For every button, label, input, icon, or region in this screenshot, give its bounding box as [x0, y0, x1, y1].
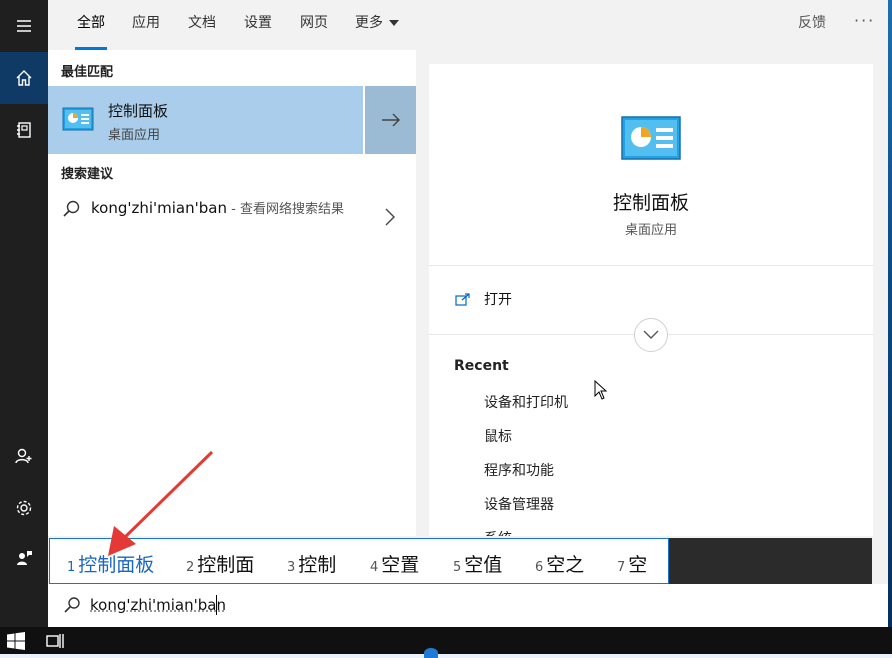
candidate-text: 空: [628, 554, 648, 576]
candidate-text: 控制: [298, 554, 337, 576]
best-match-title: 控制面板: [108, 102, 169, 120]
candidate-text: 控制面板: [78, 554, 155, 576]
candidate-text: 控制面: [197, 554, 255, 576]
ime-bar-background: [669, 538, 872, 584]
ime-candidate-bar: 1 控制面板 2 控制面 3 控制 4 空置 5 空值 6 空之 7空: [49, 538, 669, 584]
search-icon: [63, 200, 80, 217]
candidate-number: 4: [370, 560, 379, 575]
notebook-button[interactable]: [0, 104, 48, 156]
suggestions-heading: 搜索建议: [61, 167, 114, 182]
tab-more-label: 更多: [355, 15, 383, 31]
tab-apps[interactable]: 应用: [130, 0, 162, 50]
show-details-button[interactable]: [365, 86, 416, 154]
candidate-text: 空之: [546, 554, 585, 576]
suggestion-separator: -: [226, 202, 240, 217]
results-list: 最佳匹配 控制面板 桌面应用 搜索建议 kong'zhi'mian'ban - …: [48, 50, 416, 536]
candidate-number: 3: [287, 560, 296, 575]
chevron-right-icon: [385, 208, 395, 226]
control-panel-icon: [62, 107, 94, 131]
feedback-person-icon: [17, 551, 32, 565]
recent-item[interactable]: 设备和打印机: [484, 392, 568, 412]
feedback-hub-button[interactable]: [0, 532, 48, 584]
search-input[interactable]: kong'zhi'mian'ban: [90, 596, 226, 614]
ime-candidate[interactable]: 2 控制面: [186, 550, 254, 577]
tab-more[interactable]: 更多: [353, 0, 401, 50]
filter-tabs: 全部 应用 文档 设置 网页 更多 反馈 ···: [48, 0, 888, 50]
task-view-icon[interactable]: [46, 633, 64, 649]
candidate-number: 7: [617, 560, 626, 575]
search-panel: 全部 应用 文档 设置 网页 更多 反馈 ··· 最佳匹配 控制面板 桌面应用 …: [48, 0, 888, 627]
preview-title: 控制面板: [612, 192, 689, 214]
user-add-icon: [15, 448, 32, 464]
recent-item[interactable]: 设备管理器: [484, 494, 554, 514]
gear-icon: [16, 500, 32, 516]
open-label: 打开: [484, 292, 512, 308]
chevron-down-icon: [643, 330, 659, 339]
suggestion-query: kong'zhi'mian'ban: [91, 199, 227, 217]
ime-candidate[interactable]: 6 空之: [535, 550, 584, 577]
best-match-heading: 最佳匹配: [61, 65, 114, 80]
recent-item[interactable]: 系统: [484, 528, 512, 536]
windows-start-icon[interactable]: [7, 632, 25, 650]
candidate-text: 空置: [381, 554, 420, 576]
open-external-icon: [455, 293, 470, 306]
ime-candidate[interactable]: 5 空值: [453, 550, 502, 577]
more-options-button[interactable]: ···: [854, 0, 875, 42]
search-box[interactable]: kong'zhi'mian'ban: [48, 584, 888, 627]
recent-item[interactable]: 程序和功能: [484, 460, 554, 480]
tab-all[interactable]: 全部: [75, 0, 107, 50]
settings-button[interactable]: [0, 482, 48, 534]
mouse-cursor-icon: [594, 380, 608, 400]
start-rail: [0, 0, 48, 627]
home-button[interactable]: [0, 52, 48, 104]
candidate-number: 5: [453, 560, 462, 575]
text-caret: [216, 595, 217, 615]
candidate-text: 空值: [464, 554, 503, 576]
notebook-icon: [17, 122, 31, 138]
suggestion-action: 查看网络搜索结果: [239, 202, 344, 217]
candidate-number: 6: [535, 560, 544, 575]
control-panel-large-icon: [621, 116, 681, 160]
best-match-subtitle: 桌面应用: [108, 128, 161, 143]
menu-button[interactable]: [0, 0, 48, 52]
preview-pane: 控制面板 桌面应用 打开 Recent 设备和打印机 鼠标 程序和功能 设备管理…: [429, 64, 873, 536]
suggestion-text: kong'zhi'mian'ban - 查看网络搜索结果: [91, 198, 361, 220]
recent-item[interactable]: 鼠标: [484, 426, 512, 446]
chevron-down-icon: [389, 20, 399, 26]
candidate-number: 1: [67, 560, 76, 575]
recent-heading: Recent: [454, 358, 509, 374]
ime-candidate[interactable]: 4 空置: [370, 550, 419, 577]
feedback-link[interactable]: 反馈: [798, 0, 826, 46]
best-match-item[interactable]: 控制面板 桌面应用: [48, 86, 416, 154]
cortana-indicator: [424, 648, 438, 658]
home-icon: [16, 70, 32, 86]
expand-button[interactable]: [634, 318, 668, 352]
taskbar: [0, 627, 892, 654]
web-suggestion-item[interactable]: kong'zhi'mian'ban - 查看网络搜索结果: [48, 190, 416, 246]
account-button[interactable]: [0, 430, 48, 482]
search-icon: [64, 597, 80, 613]
ime-candidate[interactable]: 1 控制面板: [67, 550, 154, 577]
ime-candidate[interactable]: 7空: [617, 550, 647, 577]
candidate-number: 2: [186, 560, 195, 575]
preview-header: 控制面板 桌面应用: [429, 64, 873, 266]
preview-subtitle: 桌面应用: [624, 223, 677, 238]
ime-candidate[interactable]: 3 控制: [287, 550, 336, 577]
best-match-open[interactable]: 控制面板 桌面应用: [48, 86, 363, 154]
tab-settings[interactable]: 设置: [242, 0, 274, 50]
arrow-right-icon: [381, 113, 400, 127]
tab-web[interactable]: 网页: [298, 0, 330, 50]
tab-documents[interactable]: 文档: [186, 0, 218, 50]
hamburger-icon: [17, 20, 31, 32]
